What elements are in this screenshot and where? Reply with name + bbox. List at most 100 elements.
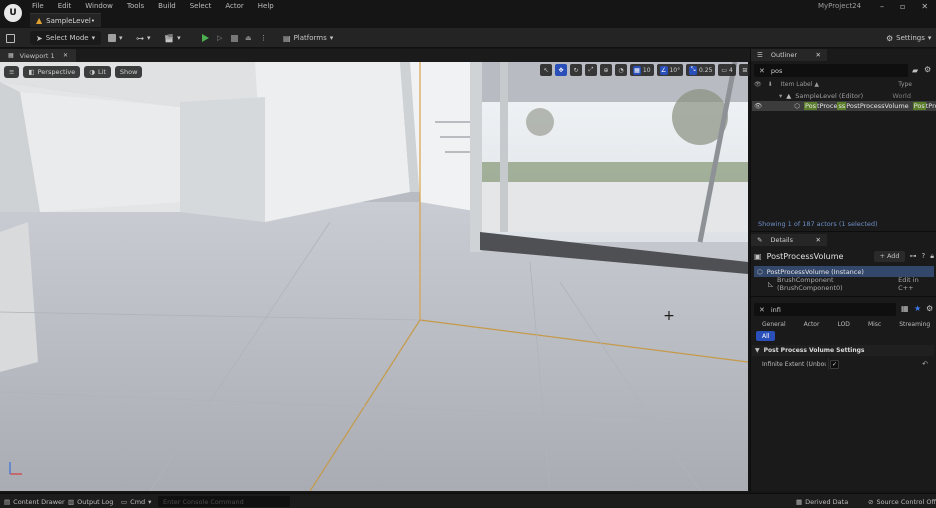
console-command-input[interactable]: Enter Console Command xyxy=(158,496,290,507)
component-child-row[interactable]: ◺ BrushComponent (BrushComponent0) Edit … xyxy=(754,276,934,292)
category-lod[interactable]: LOD xyxy=(831,319,855,329)
eject-button[interactable]: ⏏ xyxy=(245,31,252,45)
settings-label: Settings xyxy=(896,34,925,42)
add-component-button[interactable]: + Add xyxy=(874,250,905,262)
clear-search-icon[interactable]: ✕ xyxy=(759,67,765,75)
chevron-down-icon: ▾ xyxy=(119,34,123,42)
lit-button[interactable]: ◑ Lit xyxy=(84,66,111,78)
reset-to-default-icon[interactable]: ↶ xyxy=(922,360,928,368)
platforms-dropdown[interactable]: ▤ Platforms ▾ xyxy=(283,31,333,45)
chevron-down-icon: ▾ xyxy=(177,34,181,42)
menu-item-actor[interactable]: Actor xyxy=(225,2,243,10)
category-all[interactable]: All xyxy=(756,331,776,341)
menu-item-build[interactable]: Build xyxy=(158,2,176,10)
derived-data-button[interactable]: ▦ Derived Data xyxy=(796,496,848,507)
details-search-input[interactable]: ✕ infi xyxy=(754,303,896,316)
camera-speed-button[interactable]: ▭ 4 xyxy=(718,64,736,76)
close-icon[interactable]: ✕ xyxy=(921,2,928,11)
chevron-down-icon: ▼ xyxy=(755,347,760,354)
category-actor[interactable]: Actor xyxy=(798,319,826,329)
favorites-star-icon[interactable]: ★ xyxy=(914,304,921,313)
surface-snap-icon[interactable]: ◔ xyxy=(615,64,627,76)
menu-item-tools[interactable]: Tools xyxy=(127,2,144,10)
select-tool-icon[interactable]: ↖ xyxy=(540,64,552,76)
play-button[interactable] xyxy=(202,31,209,45)
category-streaming[interactable]: Streaming xyxy=(893,319,936,329)
blueprint-icon[interactable]: ⊶ xyxy=(910,252,917,260)
property-splitter[interactable] xyxy=(828,358,829,370)
clear-search-icon[interactable]: ✕ xyxy=(759,306,765,314)
source-control-button[interactable]: ⊘ Source Control Off xyxy=(868,496,936,507)
project-name: MyProject24 xyxy=(818,2,862,10)
source-control-icon: ⊘ xyxy=(868,497,874,506)
scale-tool-icon[interactable]: ⤢ xyxy=(585,64,597,76)
stop-button[interactable] xyxy=(231,31,238,45)
infinite-extent-checkbox[interactable]: ✓ xyxy=(830,359,839,369)
add-folder-icon[interactable]: ▰ xyxy=(912,66,918,75)
blueprints-button[interactable]: ⊶ ▾ xyxy=(136,31,151,45)
rotation-snap-button[interactable]: ∠ 10° xyxy=(656,64,684,76)
details-settings-icon[interactable]: ⚙ xyxy=(926,304,933,313)
lock-icon[interactable]: 🔒︎ xyxy=(930,252,934,261)
section-header[interactable]: ▼ Post Process Volume Settings xyxy=(752,345,934,356)
derived-data-icon: ▦ xyxy=(796,497,803,506)
category-general[interactable]: General xyxy=(756,319,792,329)
rotate-tool-icon[interactable]: ↻ xyxy=(570,64,582,76)
viewport-options-button[interactable]: ≡ xyxy=(4,66,20,78)
show-button[interactable]: Show xyxy=(114,66,143,78)
close-tab-icon[interactable]: ✕ xyxy=(63,52,68,59)
step-button[interactable]: ▷ xyxy=(217,31,222,45)
property-matrix-icon[interactable]: ▦ xyxy=(901,304,909,313)
select-mode-dropdown[interactable]: ➤ Select Mode ▾ xyxy=(30,31,102,45)
edit-in-cpp-link[interactable]: Edit in C++ xyxy=(898,276,934,292)
window-controls: – ▫ ✕ xyxy=(880,2,928,11)
output-log-label: Output Log xyxy=(77,497,114,506)
cmd-dropdown[interactable]: ▭ Cmd ▾ xyxy=(121,496,151,507)
visibility-icon[interactable]: 👁︎ xyxy=(754,102,762,110)
world-space-icon[interactable]: ⊕ xyxy=(600,64,612,76)
perspective-button[interactable]: ◧ Perspective xyxy=(23,66,81,78)
output-log-button[interactable]: ▥ Output Log xyxy=(68,496,113,507)
chevron-down-icon: ▾ xyxy=(329,34,334,42)
help-icon[interactable]: ? xyxy=(922,252,926,260)
menu-item-select[interactable]: Select xyxy=(190,2,212,10)
scale-snap-button[interactable]: ⤡ 0.25 xyxy=(686,64,716,76)
level-viewport[interactable]: + xyxy=(0,62,748,491)
outliner-settings-icon[interactable]: ⚙ xyxy=(924,65,931,74)
outliner-search-input[interactable]: ✕ pos xyxy=(754,64,908,77)
outliner-tab[interactable]: ☰ Outliner ✕ xyxy=(751,49,827,61)
component-child-label: BrushComponent (BrushComponent0) xyxy=(777,276,843,292)
settings-dropdown[interactable]: ⚙ Settings ▾ xyxy=(886,31,931,45)
menu-item-help[interactable]: Help xyxy=(258,2,274,10)
item-label-column[interactable]: Item Label ▲ xyxy=(781,81,819,88)
stop-icon xyxy=(231,34,238,42)
menu-item-edit[interactable]: Edit xyxy=(58,2,72,10)
play-options-button[interactable]: ⋮ xyxy=(260,31,267,45)
category-misc[interactable]: Misc xyxy=(862,319,887,329)
details-header: ▣ PostProcessVolume + Add ⊶ ? 🔒︎ xyxy=(754,250,934,262)
close-tab-icon[interactable]: ✕ xyxy=(816,236,821,244)
menu-item-window[interactable]: Window xyxy=(85,2,113,10)
unreal-logo-icon[interactable]: U xyxy=(4,4,22,22)
panel-divider xyxy=(750,296,936,297)
save-icon[interactable] xyxy=(6,31,15,45)
details-tab[interactable]: ✎ Details ✕ xyxy=(751,234,827,246)
visibility-icon: 👁︎ xyxy=(754,80,762,88)
level-tab[interactable]: ▲ SampleLevel• xyxy=(30,13,102,27)
cinematics-button[interactable]: 🎬︎ ▾ xyxy=(164,31,181,45)
content-drawer-button[interactable]: ▤ Content Drawer xyxy=(4,496,65,507)
add-actor-button[interactable]: ▾ xyxy=(108,31,123,45)
close-tab-icon[interactable]: ✕ xyxy=(816,51,821,59)
play-icon xyxy=(202,34,209,42)
outliner-row-world[interactable]: ▾ ▲ SampleLevel (Editor) World xyxy=(752,91,934,101)
component-instance-label: PostProcessVolume (Instance) xyxy=(766,267,864,276)
outliner-row-postprocess[interactable]: 👁︎ ⬡ PostProcessPostProcessVolume PostPr… xyxy=(752,101,936,111)
viewport-tab[interactable]: ▦ Viewport 1 ✕ xyxy=(0,49,76,62)
menu-item-file[interactable]: File xyxy=(32,2,44,10)
maximize-icon[interactable]: ▫ xyxy=(900,2,905,11)
translate-tool-icon[interactable]: ✥ xyxy=(555,64,567,76)
type-column[interactable]: Type xyxy=(898,81,912,88)
minimize-icon[interactable]: – xyxy=(880,2,884,11)
viewport-scene[interactable]: + xyxy=(0,62,748,491)
grid-snap-button[interactable]: ▦ 10 xyxy=(630,64,654,76)
